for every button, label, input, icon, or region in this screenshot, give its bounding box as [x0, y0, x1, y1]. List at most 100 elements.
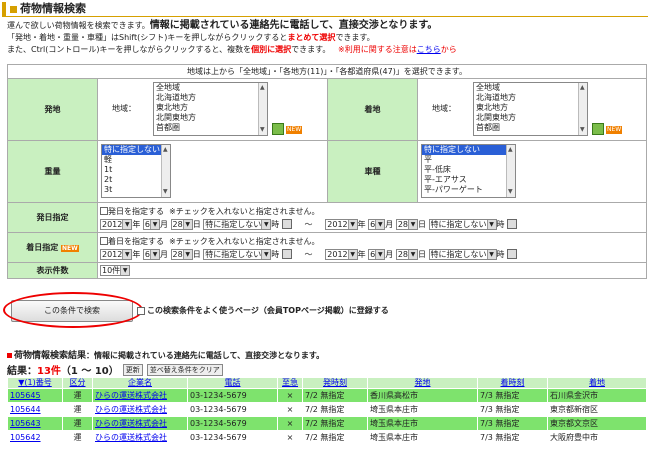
dest-region-select[interactable]: 全地域 北海道地方 東北地方 北関東地方 首都圏: [473, 82, 588, 136]
scrollbar[interactable]: [578, 83, 587, 135]
col-kubun[interactable]: 区分: [62, 377, 93, 389]
option[interactable]: 首都圏: [474, 123, 587, 133]
highlight-circle: [3, 292, 143, 328]
calendar-icon[interactable]: [281, 249, 292, 259]
day-select[interactable]: 28: [170, 248, 193, 260]
arr-date-checkbox[interactable]: [100, 237, 108, 245]
title-square-icon: [10, 5, 17, 13]
option[interactable]: 平: [422, 155, 515, 165]
option[interactable]: 北関東地方: [474, 113, 587, 123]
company-link[interactable]: ひらの運送株式会社: [95, 419, 167, 428]
option-selected[interactable]: 特に指定しない: [102, 145, 170, 155]
scrollbar[interactable]: [258, 83, 267, 135]
month-select[interactable]: 6: [368, 248, 386, 260]
count-select[interactable]: 10件: [100, 265, 131, 276]
weight-cell: 特に指定しない 軽 1t 2t 3t: [97, 140, 328, 203]
row-id-link[interactable]: 105644: [10, 405, 41, 414]
col-to[interactable]: 着地: [547, 377, 647, 389]
col-urgent[interactable]: 至急: [277, 377, 303, 389]
origin-region-select[interactable]: 全地域 北海道地方 東北地方 北関東地方 首都圏: [153, 82, 268, 136]
new-badge: NEW: [286, 126, 303, 134]
scrollbar[interactable]: [161, 145, 170, 197]
option[interactable]: 軽: [102, 155, 170, 165]
new-badge: NEW: [606, 126, 623, 134]
results-table: ▼(1)番号 区分 企業名 電話 至急 発時刻 発地 着時刻 着地 105645…: [7, 377, 647, 445]
option[interactable]: 東北地方: [474, 103, 587, 113]
notice-link[interactable]: こちら: [417, 45, 441, 54]
month-select[interactable]: 6: [142, 248, 160, 260]
hour-select[interactable]: 特に指定しない: [203, 248, 272, 260]
col-dep-time[interactable]: 発時刻: [302, 377, 368, 389]
day-select[interactable]: 28: [395, 248, 418, 260]
year-select[interactable]: 2012: [100, 218, 133, 230]
row-id-link[interactable]: 105642: [10, 433, 41, 442]
vehicle-select[interactable]: 特に指定しない 平 平-低床 平-エアサス 平-パワーゲート: [421, 144, 516, 198]
search-form: 地域は上から「全地域」・「各地方(11)」・「各都道府県(47)」を選択できます…: [7, 64, 647, 279]
option[interactable]: 全地域: [154, 83, 267, 93]
option[interactable]: 平-パワーゲート: [422, 185, 515, 195]
col-company[interactable]: 企業名: [92, 377, 188, 389]
results-heading: 荷物情報検索結果：情報に掲載されている連絡先に電話して、直接交渉となります。: [7, 348, 324, 361]
red-square-icon: [7, 353, 12, 358]
option[interactable]: 北海道地方: [474, 93, 587, 103]
map-icon[interactable]: [592, 123, 604, 135]
map-icon[interactable]: [272, 123, 284, 135]
clear-sort-button[interactable]: 並べ替え条件をクリア: [146, 363, 223, 376]
option[interactable]: 平-エアサス: [422, 175, 515, 185]
intro-text: 運んで欲しい荷物情報を検索できます。情報に掲載されている連絡先に電話して、直接交…: [7, 20, 457, 54]
day-select[interactable]: 28: [395, 218, 418, 230]
day-select[interactable]: 28: [170, 218, 193, 230]
save-condition-checkbox[interactable]: [137, 306, 145, 315]
option[interactable]: 3t: [102, 185, 170, 195]
company-link[interactable]: ひらの運送株式会社: [95, 433, 167, 442]
month-select[interactable]: 6: [142, 218, 160, 230]
scrollbar[interactable]: [506, 145, 515, 197]
dep-date-cell: 発日を指定する ※チェックを入れないと指定されません。 2012年 6月 28日…: [97, 202, 647, 233]
hour-select[interactable]: 特に指定しない: [203, 218, 272, 230]
col-tel[interactable]: 電話: [187, 377, 278, 389]
dep-date-label: 発日指定: [7, 202, 98, 233]
new-badge: NEW: [61, 245, 79, 252]
origin-cell: 地域： 全地域 北海道地方 東北地方 北関東地方 首都圏 NEW: [97, 78, 328, 141]
hour-select[interactable]: 特に指定しない: [428, 248, 497, 260]
origin-label: 発地: [7, 78, 98, 141]
refresh-button[interactable]: 更新: [122, 363, 143, 376]
calendar-icon[interactable]: [281, 219, 292, 229]
arr-date-cell: 着日を指定する ※チェックを入れないと指定されません。 2012年 6月 28日…: [97, 232, 647, 263]
year-select[interactable]: 2012: [325, 218, 358, 230]
month-select[interactable]: 6: [368, 218, 386, 230]
calendar-icon[interactable]: [507, 219, 518, 229]
col-from[interactable]: 発地: [367, 377, 478, 389]
option[interactable]: 北関東地方: [154, 113, 267, 123]
year-select[interactable]: 2012: [100, 248, 133, 260]
option[interactable]: 平-低床: [422, 165, 515, 175]
company-link[interactable]: ひらの運送株式会社: [95, 405, 167, 414]
row-id-link[interactable]: 105645: [10, 391, 41, 400]
dest-cell: 地域： 全地域 北海道地方 東北地方 北関東地方 首都圏 NEW: [417, 78, 647, 141]
option-selected[interactable]: 特に指定しない: [422, 145, 515, 155]
year-select[interactable]: 2012: [325, 248, 358, 260]
save-condition: この検索条件をよく使うページ（会員TOPページ掲載）に登録する: [137, 305, 389, 316]
col-arr-time[interactable]: 着時刻: [477, 377, 548, 389]
table-row: 105644 運 ひらの運送株式会社 03-1234-5679 × 7/2 無指…: [7, 402, 647, 417]
option[interactable]: 北海道地方: [154, 93, 267, 103]
option[interactable]: 東北地方: [154, 103, 267, 113]
row-id-link[interactable]: 105643: [10, 419, 41, 428]
weight-select[interactable]: 特に指定しない 軽 1t 2t 3t: [101, 144, 171, 198]
option[interactable]: 1t: [102, 165, 170, 175]
table-row: 105643 運 ひらの運送株式会社 03-1234-5679 × 7/2 無指…: [7, 416, 647, 431]
vehicle-cell: 特に指定しない 平 平-低床 平-エアサス 平-パワーゲート: [417, 140, 647, 203]
company-link[interactable]: ひらの運送株式会社: [95, 391, 167, 400]
arr-date-label: 着日指定 NEW: [7, 232, 98, 263]
results-count: 結果：13件（1 ～ 10） 更新 並べ替え条件をクリア: [7, 362, 223, 377]
table-row: 105642 運 ひらの運送株式会社 03-1234-5679 × 7/2 無指…: [7, 430, 647, 445]
col-number[interactable]: ▼(1)番号: [7, 377, 63, 389]
option[interactable]: 首都圏: [154, 123, 267, 133]
calendar-icon[interactable]: [507, 249, 518, 259]
count-cell: 10件: [97, 262, 647, 279]
form-summary: 地域は上から「全地域」・「各地方(11)」・「各都道府県(47)」を選択できます…: [7, 64, 647, 79]
option[interactable]: 2t: [102, 175, 170, 185]
option[interactable]: 全地域: [474, 83, 587, 93]
hour-select[interactable]: 特に指定しない: [428, 218, 497, 230]
dep-date-checkbox[interactable]: [100, 207, 108, 215]
